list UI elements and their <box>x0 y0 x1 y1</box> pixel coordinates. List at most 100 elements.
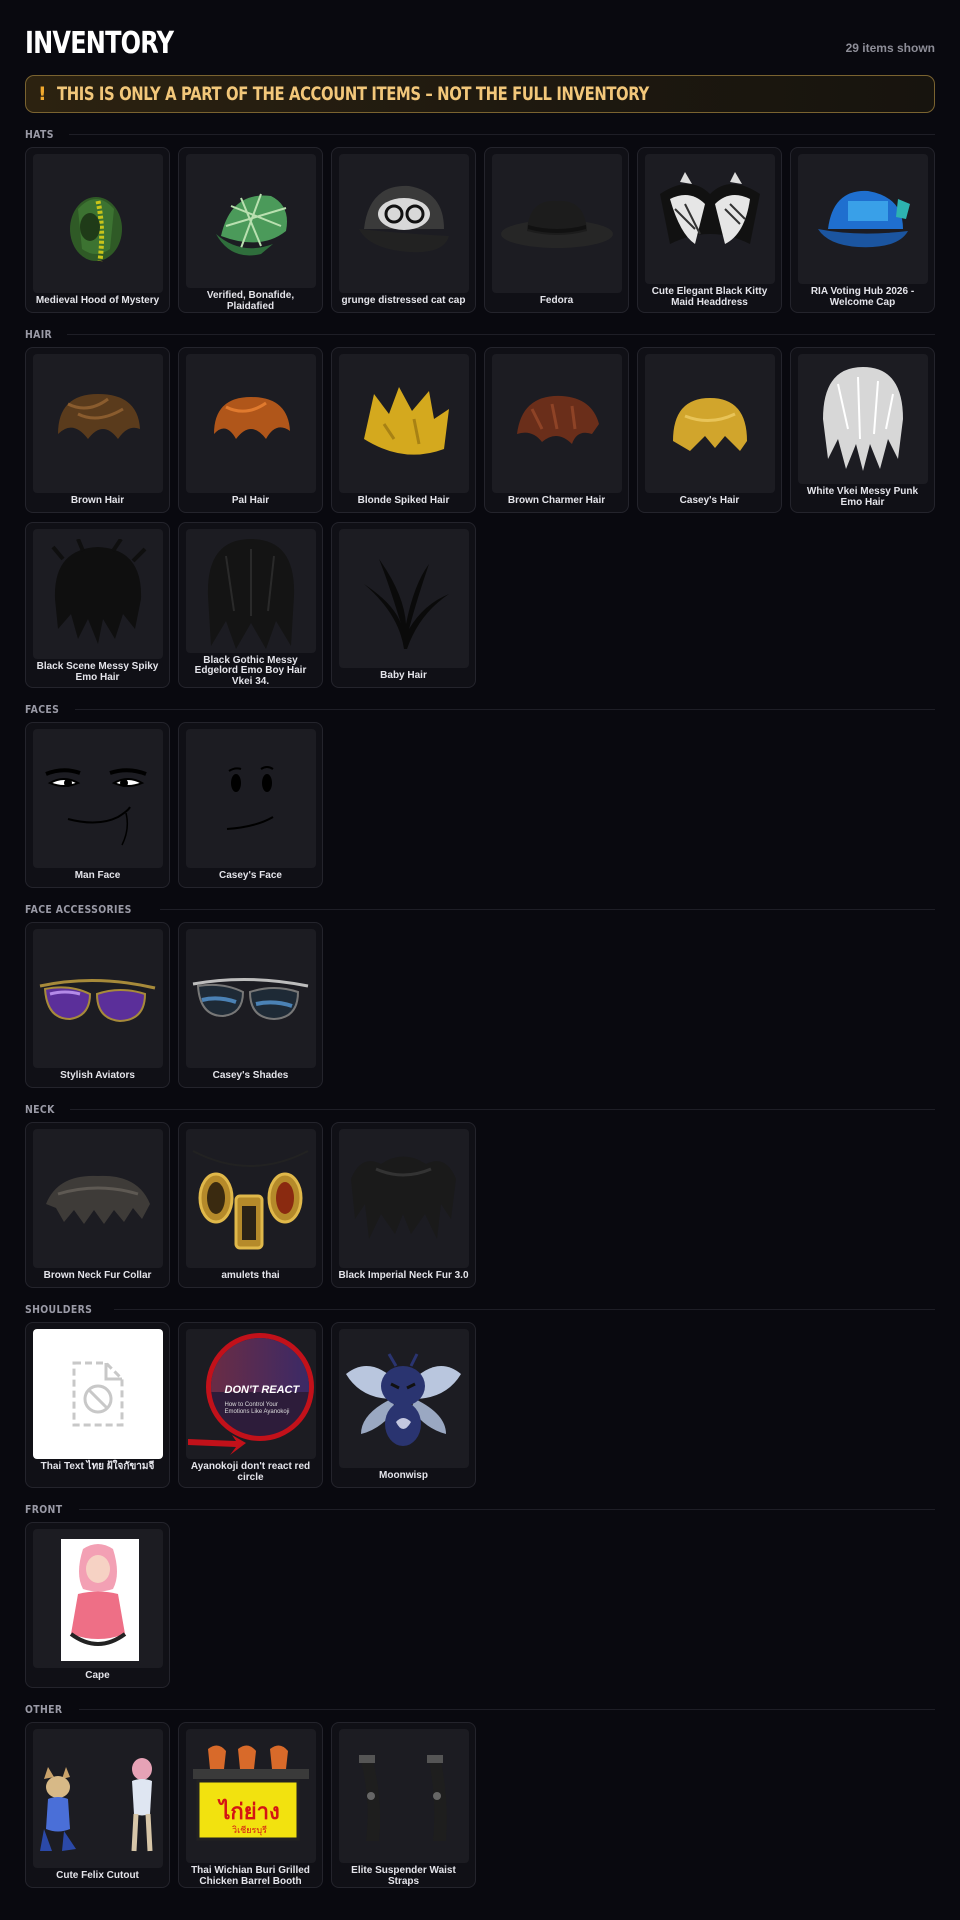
item-card[interactable]: Black Gothic Messy Edgelord Emo Boy Hair… <box>178 522 323 688</box>
red-arrow-icon <box>187 1435 246 1455</box>
item-thumbnail <box>32 1529 163 1668</box>
section-label: NECK <box>25 1102 55 1116</box>
item-card[interactable]: Moonwisp <box>331 1322 476 1488</box>
item-card[interactable]: Black Imperial Neck Fur 3.0 <box>331 1122 476 1288</box>
section-label: SHOULDERS <box>25 1302 93 1316</box>
item-card[interactable]: Casey's Face <box>178 722 323 888</box>
brown-hair-icon <box>57 393 140 439</box>
section-front-grid: Cape <box>25 1522 935 1688</box>
item-thumbnail <box>185 354 316 493</box>
item-name: Black Scene Messy Spiky Emo Hair <box>36 661 159 683</box>
item-card[interactable]: Cape <box>25 1522 170 1688</box>
item-thumbnail <box>32 1129 163 1268</box>
item-card[interactable]: Cute Elegant Black Kitty Maid Headdress <box>637 147 782 313</box>
item-thumbnail <box>185 529 316 653</box>
item-thumbnail <box>338 354 469 493</box>
booth-sign-subtext: วิเชียรบุรี <box>232 1825 267 1835</box>
item-thumbnail <box>32 1729 163 1868</box>
casey-face-icon <box>226 765 274 830</box>
item-name: Brown Hair <box>70 495 125 506</box>
inventory-page: INVENTORY 29 items shown ! THIS IS ONLY … <box>0 0 960 1888</box>
fedora-icon <box>500 200 613 248</box>
item-name: Brown Neck Fur Collar <box>43 1270 152 1281</box>
item-card[interactable]: Cute Felix Cutout <box>25 1722 170 1888</box>
section-hats-grid: Medieval Hood of Mystery Verified, Bonaf… <box>25 147 935 313</box>
item-card[interactable]: Verified, Bonafide, Plaidafied <box>178 147 323 313</box>
item-card[interactable]: Baby Hair <box>331 522 476 688</box>
section-shoulders-grid: Thai Text ไทย ฝ้ใจกัขามจี DON'T REACT Ho… <box>25 1322 935 1488</box>
hood-icon <box>69 196 122 261</box>
man-face-icon <box>44 767 147 845</box>
item-card[interactable]: Thai Text ไทย ฝ้ใจกัขามจี <box>25 1322 170 1488</box>
item-name: Verified, Bonafide, Plaidafied <box>206 290 295 312</box>
item-name: Pal Hair <box>231 495 270 506</box>
item-card[interactable]: amulets thai <box>178 1122 323 1288</box>
item-card[interactable]: Fedora <box>484 147 629 313</box>
item-name: Casey's Hair <box>679 495 740 506</box>
section-other-grid: Cute Felix Cutout ไก่ย่าง วิเชียรบุรี Th… <box>25 1722 935 1888</box>
red-circle-icon: DON'T REACT How to Control Your Emotions… <box>205 1333 314 1441</box>
item-card[interactable]: ไก่ย่าง วิเชียรบุรี Thai Wichian Buri Gr… <box>178 1722 323 1888</box>
divider <box>114 1308 935 1310</box>
item-name: Blonde Spiked Hair <box>357 495 450 506</box>
item-card[interactable]: Casey's Hair <box>637 347 782 513</box>
section-label: FACE ACCESSORIES <box>25 902 132 916</box>
blue-cap-icon <box>817 190 910 248</box>
item-name: Ayanokoji don't react red circle <box>190 1461 311 1483</box>
section-shoulders-header: SHOULDERS <box>25 1300 935 1318</box>
cat-cap-icon <box>358 185 449 252</box>
imperial-fur-icon <box>351 1156 456 1239</box>
warning-banner-text: THIS IS ONLY A PART OF THE ACCOUNT ITEMS… <box>56 83 649 105</box>
divider <box>79 1708 935 1710</box>
shades-icon <box>192 977 309 1020</box>
item-name: RIA Voting Hub 2026 - Welcome Cap <box>810 286 915 308</box>
item-name: White Vkei Messy Punk Emo Hair <box>806 486 919 508</box>
item-name: Baby Hair <box>380 670 427 681</box>
item-name: Elite Suspender Waist Straps <box>351 1865 456 1887</box>
item-card[interactable]: Pal Hair <box>178 347 323 513</box>
item-card[interactable]: White Vkei Messy Punk Emo Hair <box>790 347 935 513</box>
item-card[interactable]: Casey's Shades <box>178 922 323 1088</box>
item-card[interactable]: Brown Neck Fur Collar <box>25 1122 170 1288</box>
item-card[interactable]: Medieval Hood of Mystery <box>25 147 170 313</box>
item-card[interactable]: Man Face <box>25 722 170 888</box>
inventory-header: INVENTORY 29 items shown <box>25 0 935 75</box>
item-thumbnail <box>32 929 163 1068</box>
item-name: amulets thai <box>221 1270 280 1281</box>
item-name: Casey's Shades <box>212 1070 289 1081</box>
plaid-cap-icon <box>215 193 287 256</box>
maid-headdress-icon <box>659 172 760 244</box>
section-face-accessories-grid: Stylish Aviators Casey's Shades <box>25 922 935 1088</box>
casey-hair-icon <box>672 398 747 451</box>
black-scene-hair-icon <box>50 539 146 644</box>
section-label: FRONT <box>25 1502 63 1516</box>
white-emo-hair-icon <box>822 367 903 471</box>
item-name: Brown Charmer Hair <box>507 495 606 506</box>
item-name: grunge distressed cat cap <box>341 295 466 306</box>
item-card[interactable]: grunge distressed cat cap <box>331 147 476 313</box>
item-thumbnail <box>32 154 163 293</box>
item-card[interactable]: Brown Charmer Hair <box>484 347 629 513</box>
item-card[interactable]: Black Scene Messy Spiky Emo Hair <box>25 522 170 688</box>
blonde-spiked-hair-icon <box>363 386 449 455</box>
section-face-accessories-header: FACE ACCESSORIES <box>25 900 935 918</box>
item-card[interactable]: Blonde Spiked Hair <box>331 347 476 513</box>
divider <box>160 908 935 910</box>
fur-collar-icon <box>45 1175 150 1224</box>
item-name: Thai Text ไทย ฝ้ใจกัขามจี <box>40 1461 155 1472</box>
anime-cape-icon <box>60 1538 139 1661</box>
item-thumbnail <box>185 1129 316 1268</box>
divider <box>66 333 935 335</box>
item-name: Cute Elegant Black Kitty Maid Headdress <box>651 286 768 308</box>
divider <box>69 1108 935 1110</box>
item-card[interactable]: Stylish Aviators <box>25 922 170 1088</box>
thumb-caption: DON'T REACT <box>224 1384 300 1396</box>
item-card[interactable]: Elite Suspender Waist Straps <box>331 1722 476 1888</box>
item-thumbnail <box>338 1129 469 1268</box>
item-card[interactable]: DON'T REACT How to Control Your Emotions… <box>178 1322 323 1488</box>
section-faces-grid: Man Face Casey's Face <box>25 722 935 888</box>
warning-banner: ! THIS IS ONLY A PART OF THE ACCOUNT ITE… <box>25 75 935 113</box>
item-thumbnail <box>797 154 928 284</box>
item-card[interactable]: Brown Hair <box>25 347 170 513</box>
item-card[interactable]: RIA Voting Hub 2026 - Welcome Cap <box>790 147 935 313</box>
